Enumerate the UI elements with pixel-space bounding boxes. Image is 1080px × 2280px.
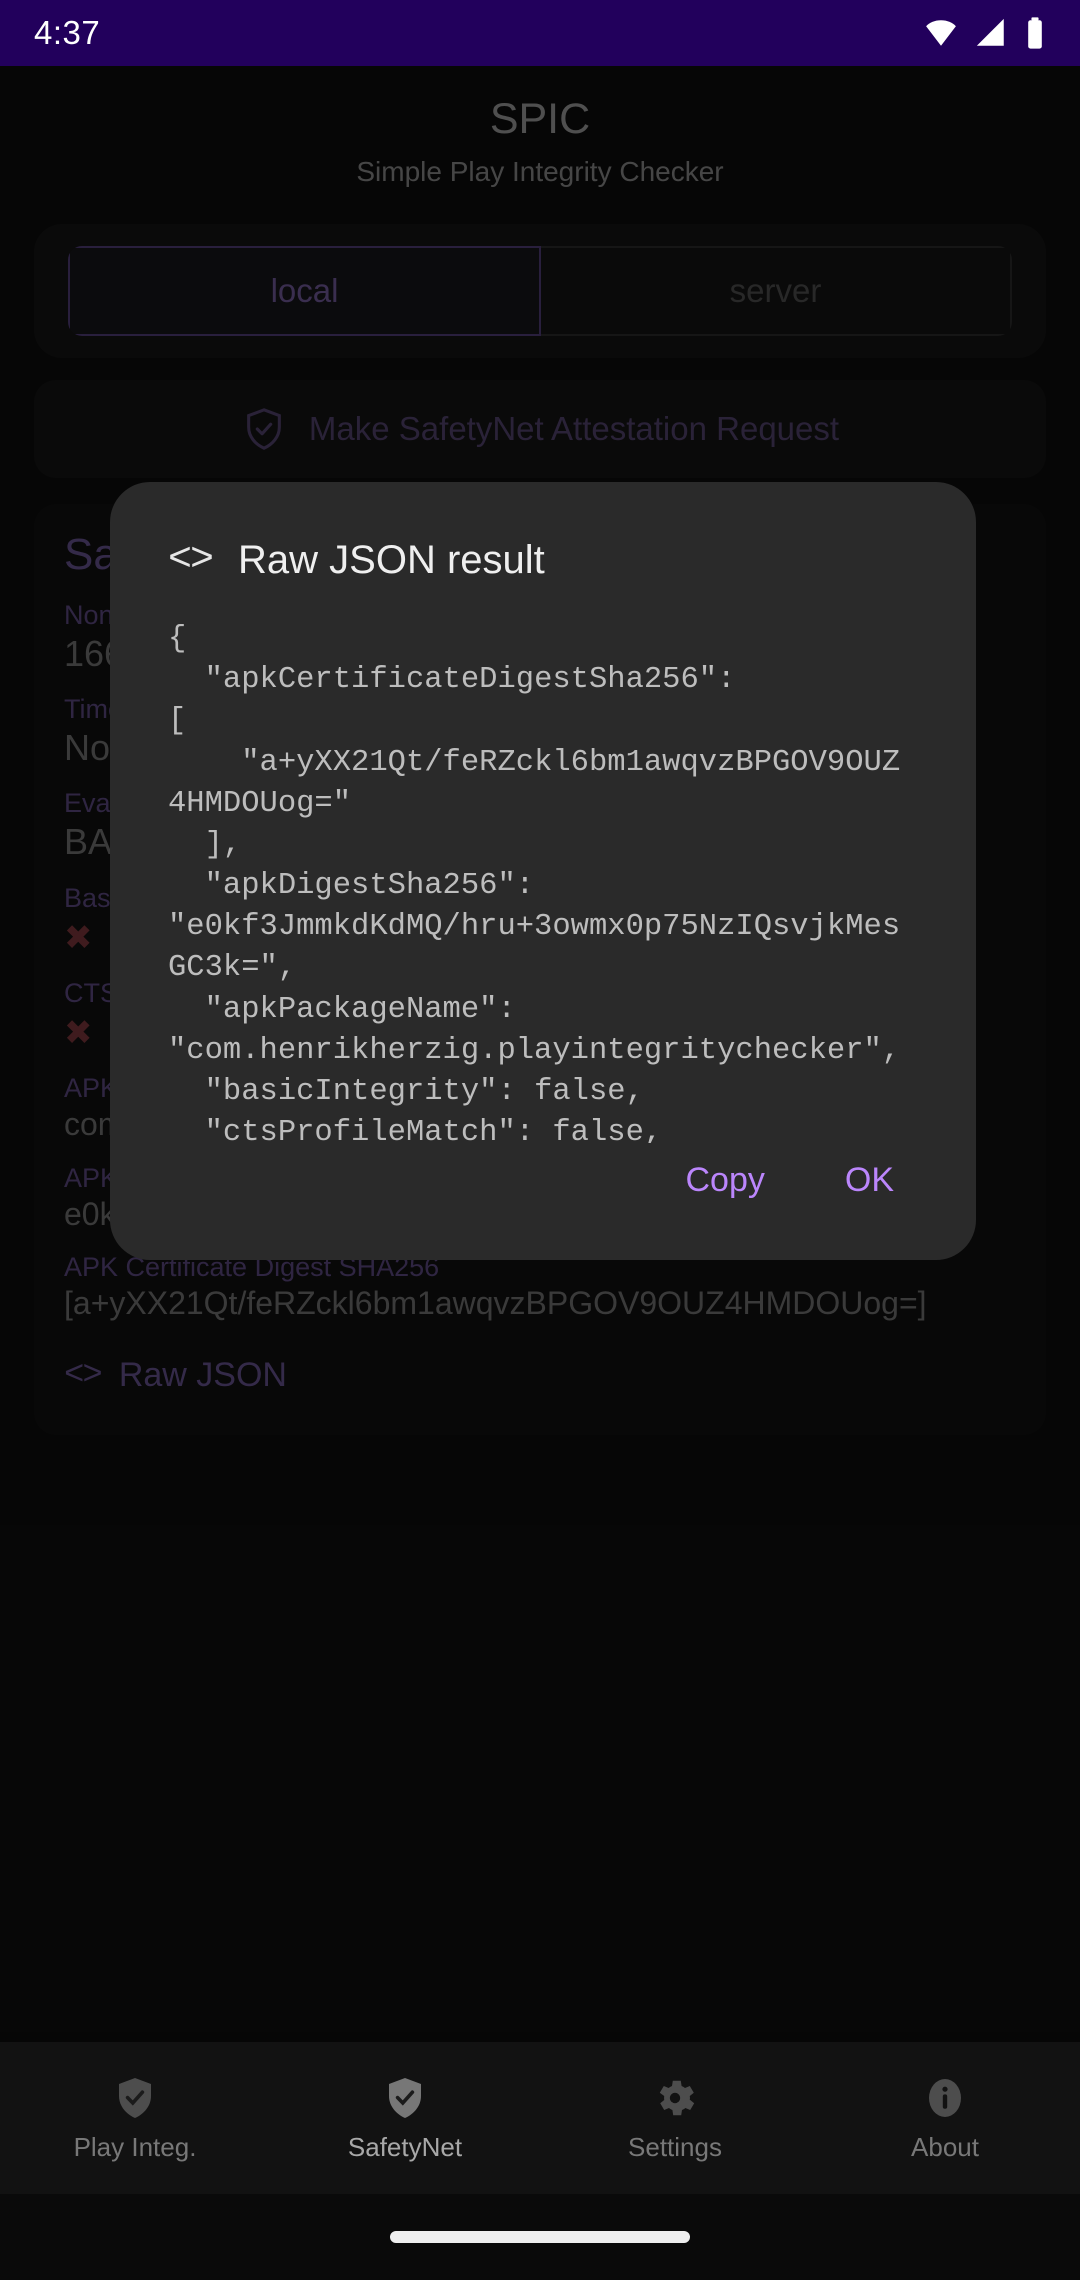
nav-label: Settings — [628, 2131, 722, 2162]
battery-icon — [1028, 17, 1042, 49]
dialog-title-row: <> Raw JSON result — [110, 538, 976, 583]
ok-button[interactable]: OK — [815, 1143, 924, 1218]
wifi-icon — [926, 20, 956, 46]
nav-item-settings[interactable]: Settings — [540, 2074, 810, 2163]
nav-label: SafetyNet — [347, 2131, 463, 2162]
shield-check-icon — [119, 2077, 151, 2118]
status-bar: 4:37 — [0, 0, 1080, 66]
nav-label: About — [911, 2131, 979, 2162]
dialog-title: Raw JSON result — [238, 538, 545, 582]
raw-json-content: { "apkCertificateDigestSha256": [ "a+yXX… — [168, 622, 901, 1143]
shield-check-icon — [389, 2077, 421, 2118]
copy-button[interactable]: Copy — [656, 1143, 795, 1218]
info-icon — [929, 2078, 961, 2117]
nav-item-play-integrity[interactable]: Play Integ. — [0, 2074, 270, 2163]
nav-label: Play Integ. — [73, 2131, 197, 2162]
gear-icon — [659, 2080, 695, 2115]
phone-screen: 4:37 SPIC Simple Play Integrity Checker … — [0, 0, 1080, 2280]
gesture-home-bar[interactable] — [390, 2231, 690, 2243]
nav-item-safetynet[interactable]: SafetyNet — [270, 2074, 540, 2163]
gesture-nav-area — [0, 2194, 1080, 2280]
dialog-actions: Copy OK — [110, 1143, 976, 1260]
status-bar-icons — [924, 16, 1046, 50]
cellular-signal-icon — [976, 18, 1004, 46]
status-bar-clock: 4:37 — [34, 14, 101, 51]
nav-item-about[interactable]: About — [810, 2074, 1080, 2163]
dialog-body[interactable]: { "apkCertificateDigestSha256": [ "a+yXX… — [110, 583, 976, 1143]
code-brackets-icon: <> — [168, 538, 214, 583]
raw-json-dialog: <> Raw JSON result { "apkCertificateDige… — [110, 482, 976, 1260]
bottom-navigation: Play Integ. SafetyNet Settings About — [0, 2042, 1080, 2194]
